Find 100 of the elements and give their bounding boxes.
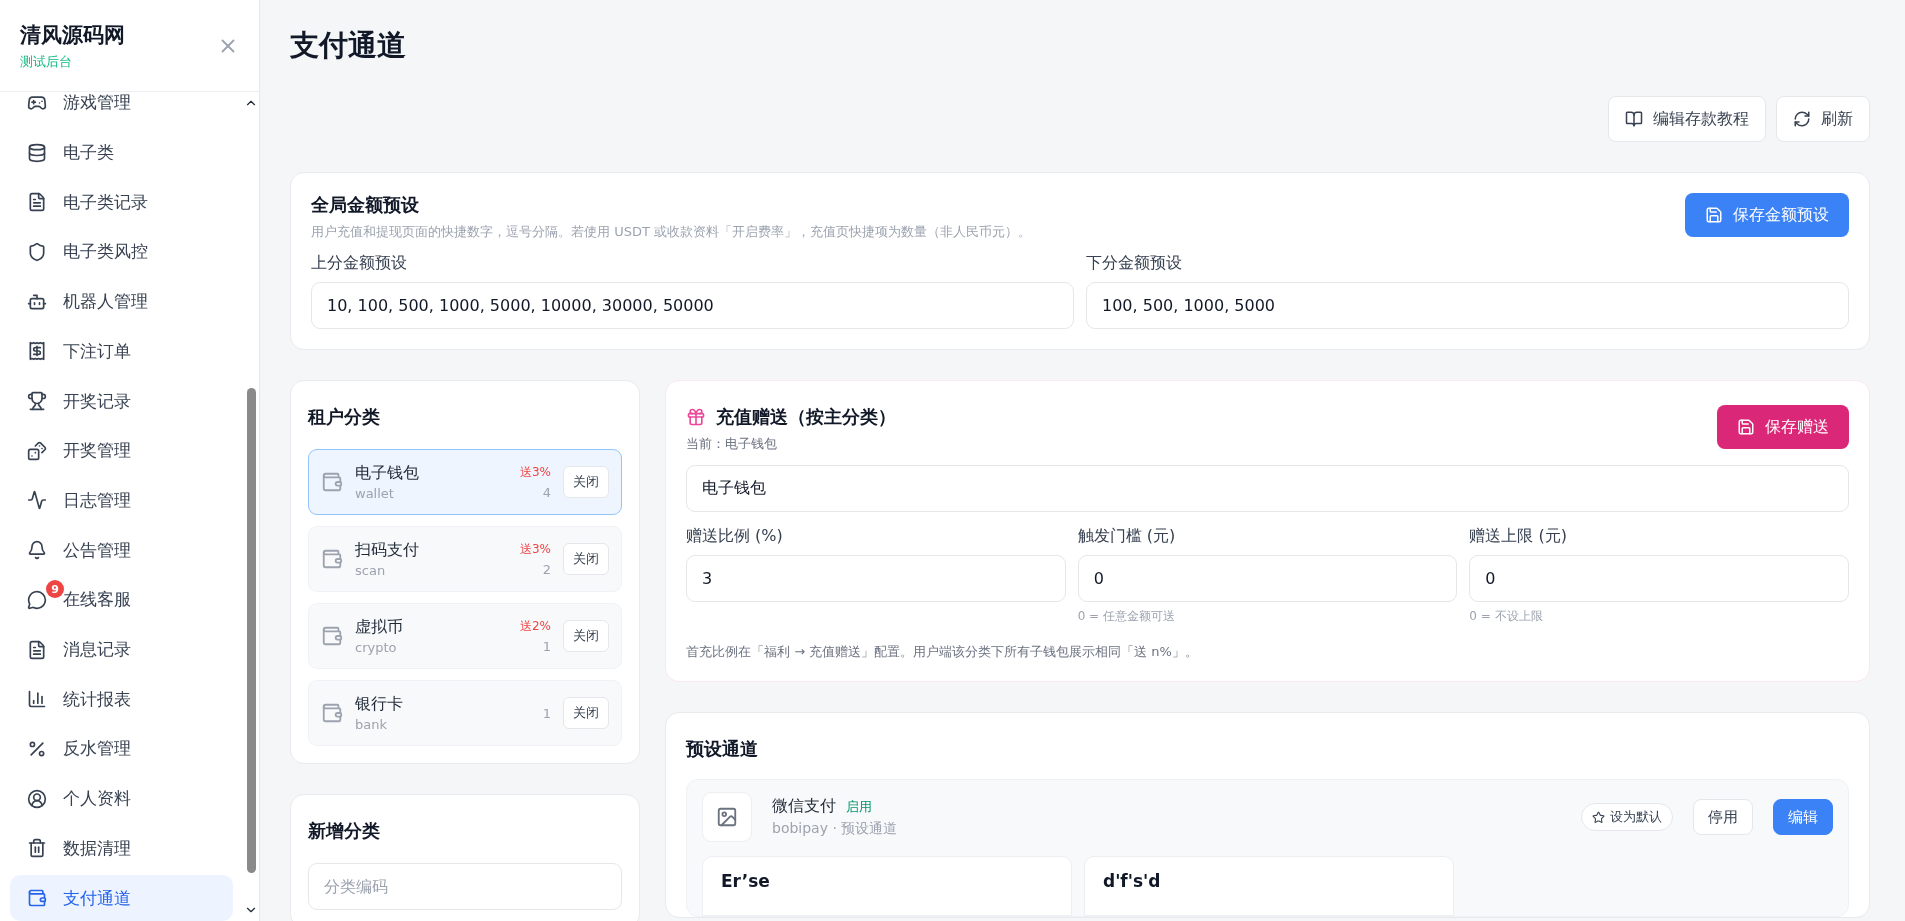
save-button[interactable]: 保存赠送 <box>1717 405 1849 449</box>
wallet-icon <box>321 625 343 647</box>
shield-icon <box>27 241 47 262</box>
trash-icon <box>27 838 47 859</box>
field-hint: 0 = 任意金额可送 <box>1077 608 1176 625</box>
sidebar-item[interactable]: 个人资料 <box>10 775 233 822</box>
bonus-label: 送3% <box>519 464 551 481</box>
close-category-button[interactable]: 关闭 <box>563 466 609 498</box>
category-code: scan <box>355 563 387 578</box>
field-label: 触发门槛 (元) <box>1077 526 1177 547</box>
category-code: crypto <box>355 640 398 655</box>
sidebar-item[interactable]: 下注订单 <box>10 328 233 375</box>
channel-count: 1 <box>542 705 551 721</box>
tutorial-button[interactable]: 编辑存款教程 <box>1608 96 1766 142</box>
sidebar-item[interactable]: 电子类记录 <box>10 179 233 226</box>
sidebar-item[interactable]: 公告管理 <box>10 527 233 574</box>
sidebar-item[interactable]: 支付通道 <box>10 875 233 921</box>
brand-title: 清风源码网 <box>20 21 125 49</box>
unread-badge: 9 <box>46 580 64 599</box>
sidebar-item[interactable]: 开奖记录 <box>10 378 233 424</box>
field-label: 赠送比例 (%) <box>686 526 784 547</box>
input-field[interactable]: 电子钱包 <box>686 465 1849 512</box>
category-item[interactable]: 虚拟币 crypto 送2% 1 关闭 <box>308 603 622 669</box>
set-default-button[interactable]: 设为默认 <box>1581 803 1673 831</box>
note-text: 首充比例在「福利 → 充值赠送」配置。用户端该分类下所有子钱包展示相同「送 n%」。 <box>686 643 1199 661</box>
percent-icon <box>27 739 47 759</box>
field-hint: 0 = 不设上限 <box>1469 608 1544 625</box>
input-field[interactable]: 10, 100, 500, 1000, 5000, 10000, 30000, 50000 <box>311 282 1074 329</box>
refresh-icon <box>1793 110 1811 128</box>
card-title: 全局金额预设 <box>311 193 420 217</box>
pulse-icon <box>27 490 47 511</box>
user-circle-icon <box>27 788 47 809</box>
sidebar-item[interactable]: 反水管理 <box>10 726 233 772</box>
sidebar-item[interactable]: 日志管理 <box>10 477 233 524</box>
save-icon <box>1737 418 1755 436</box>
document-icon <box>27 639 47 660</box>
channel-count: 1 <box>542 639 551 654</box>
disable-button[interactable]: 停用 <box>1693 799 1753 835</box>
save-button[interactable]: 保存金额预设 <box>1685 193 1849 237</box>
sidebar-item[interactable]: 电子类 <box>10 129 233 176</box>
card-title: 充值赠送（按主分类） <box>686 405 896 429</box>
sidebar-item[interactable]: 游戏管理 <box>10 92 233 126</box>
gift-icon <box>686 407 706 427</box>
sidebar-item[interactable]: 电子类风控 <box>10 229 233 275</box>
status-label: 启用 <box>846 799 872 814</box>
category-name: 银行卡 <box>355 694 404 715</box>
field-label: 下分金额预设 <box>1086 253 1183 274</box>
brand-subtitle: 测试后台 <box>20 52 73 71</box>
sidebar-item[interactable]: 统计报表 <box>10 676 233 723</box>
page-title: 支付通道 <box>290 27 407 64</box>
refresh-button[interactable]: 刷新 <box>1776 96 1870 142</box>
trophy-icon <box>27 391 47 412</box>
card-description: 用户充值和提现页面的快捷数字，逗号分隔。若使用 USDT 或收款资料「开启费率」，充值页快捷项为数量（非人民币元）。 <box>311 223 1031 241</box>
category-code: wallet <box>355 486 395 501</box>
wallet-icon <box>321 471 343 493</box>
category-item[interactable]: 银行卡 bank 1 关闭 <box>308 680 622 746</box>
input-field[interactable]: 0 <box>1469 555 1849 602</box>
save-icon <box>1705 206 1723 224</box>
sidebar-item[interactable]: 9 在线客服 <box>10 577 233 623</box>
star-icon <box>1592 810 1605 824</box>
edit-button[interactable]: 编辑 <box>1773 799 1833 835</box>
channel-count: 2 <box>542 562 551 577</box>
category-item[interactable]: 扫码支付 scan 送3% 2 关闭 <box>308 526 622 592</box>
receipt-icon <box>27 341 47 362</box>
scrollbar-thumb[interactable] <box>246 388 256 873</box>
input-field[interactable]: 0 <box>1077 555 1458 602</box>
document-icon <box>27 192 47 213</box>
book-icon <box>1625 110 1643 128</box>
sidebar-item[interactable]: 开奖管理 <box>10 427 233 474</box>
chat-icon <box>27 589 47 610</box>
category-code: bank <box>355 717 388 732</box>
bonus-label: 送3% <box>519 541 551 558</box>
field-label: 赠送上限 (元) <box>1469 526 1568 547</box>
card-title: 新增分类 <box>308 819 381 843</box>
account-card: Er’se <box>702 856 1072 916</box>
sidebar-item[interactable]: 消息记录 <box>10 626 233 673</box>
card-title: 预设通道 <box>686 737 759 761</box>
account-card: d'f's'd <box>1084 856 1454 916</box>
current-category: 当前：电子钱包 <box>686 435 778 453</box>
input-field[interactable]: 100, 500, 1000, 5000 <box>1086 282 1849 329</box>
close-category-button[interactable]: 关闭 <box>563 620 609 652</box>
input-field[interactable]: 分类编码 <box>308 863 622 910</box>
sidebar-item[interactable]: 机器人管理 <box>10 278 233 325</box>
input-field[interactable]: 3 <box>686 555 1066 602</box>
wallet-icon <box>321 548 343 570</box>
bell-icon <box>27 540 47 561</box>
image-icon <box>716 806 738 828</box>
category-item[interactable]: 电子钱包 wallet 送3% 4 关闭 <box>308 449 622 515</box>
close-category-button[interactable]: 关闭 <box>563 697 609 729</box>
wallet-icon <box>321 702 343 724</box>
wallet-icon <box>27 888 47 909</box>
category-name: 电子钱包 <box>355 463 420 484</box>
database-icon <box>27 142 47 163</box>
channel-name: 微信支付 <box>772 796 836 815</box>
close-category-button[interactable]: 关闭 <box>563 543 609 575</box>
channel-count: 4 <box>542 485 551 500</box>
sidebar-item[interactable]: 数据清理 <box>10 825 233 872</box>
bonus-label: 送2% <box>519 618 551 635</box>
field-label: 上分金额预设 <box>311 253 408 274</box>
card-title: 租户分类 <box>308 405 381 429</box>
